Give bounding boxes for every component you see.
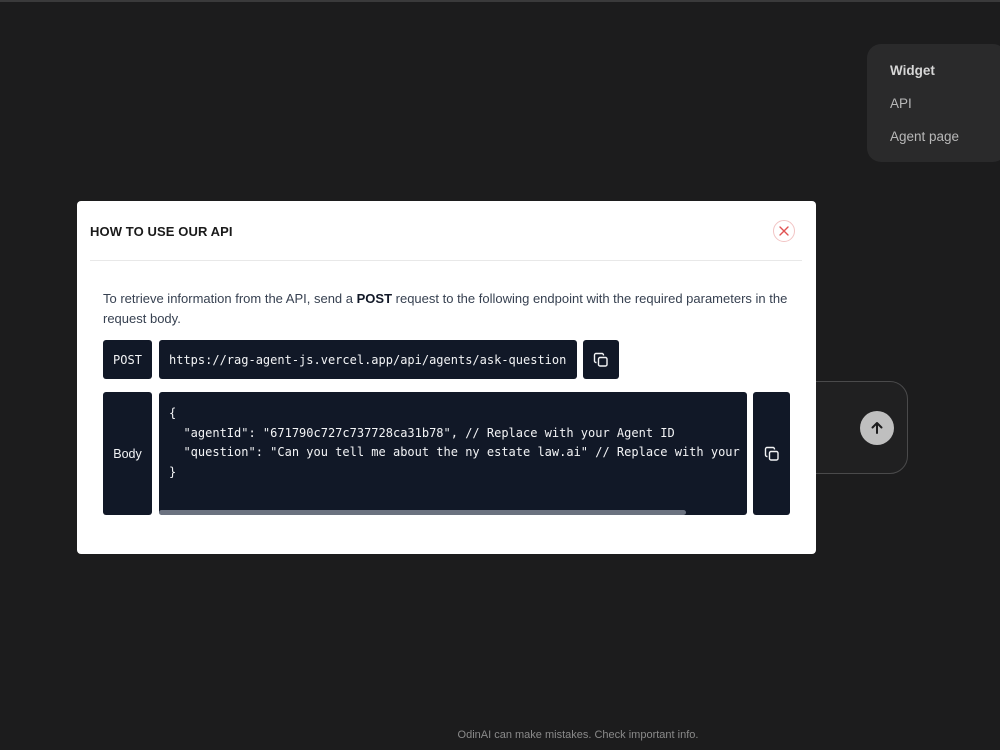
copy-icon bbox=[593, 352, 608, 367]
endpoint-url[interactable]: https://rag-agent-js.vercel.app/api/agen… bbox=[159, 340, 577, 379]
body-tag: Body bbox=[103, 392, 152, 515]
code-line: } bbox=[169, 464, 177, 479]
modal-header: HOW TO USE OUR API bbox=[90, 201, 802, 261]
api-intro-text: To retrieve information from the API, se… bbox=[103, 289, 793, 328]
method-tag: POST bbox=[103, 340, 152, 379]
code-line: { bbox=[169, 406, 177, 420]
disclaimer-text: OdinAI can make mistakes. Check importan… bbox=[457, 729, 699, 741]
intro-text-before: To retrieve information from the API, se… bbox=[103, 291, 357, 306]
modal-title: HOW TO USE OUR API bbox=[90, 224, 233, 239]
side-menu: Widget API Agent page bbox=[867, 44, 1000, 162]
intro-method-bold: POST bbox=[356, 291, 393, 306]
scrollbar-thumb[interactable] bbox=[159, 510, 686, 515]
code-line: "agentId": "671790c727c737728ca31b78", /… bbox=[169, 425, 675, 440]
close-icon bbox=[779, 226, 789, 236]
code-line: "question": "Can you tell me about the n… bbox=[169, 445, 740, 459]
side-menu-item-widget[interactable]: Widget bbox=[890, 62, 1000, 95]
arrow-up-icon bbox=[871, 422, 883, 434]
body-code-text: { "agentId": "671790c727c737728ca31b78",… bbox=[169, 404, 745, 482]
body-code-block[interactable]: { "agentId": "671790c727c737728ca31b78",… bbox=[159, 392, 747, 515]
close-button[interactable] bbox=[773, 220, 795, 242]
copy-url-button[interactable] bbox=[583, 340, 619, 379]
copy-icon bbox=[764, 446, 779, 461]
top-border bbox=[0, 0, 1000, 2]
copy-body-button[interactable] bbox=[753, 392, 790, 515]
api-instructions-modal: HOW TO USE OUR API To retrieve informati… bbox=[77, 201, 816, 554]
horizontal-scrollbar[interactable] bbox=[159, 510, 747, 515]
send-button[interactable] bbox=[860, 411, 894, 445]
side-menu-item-api[interactable]: API bbox=[890, 95, 1000, 128]
side-menu-item-agent-page[interactable]: Agent page bbox=[890, 128, 1000, 161]
